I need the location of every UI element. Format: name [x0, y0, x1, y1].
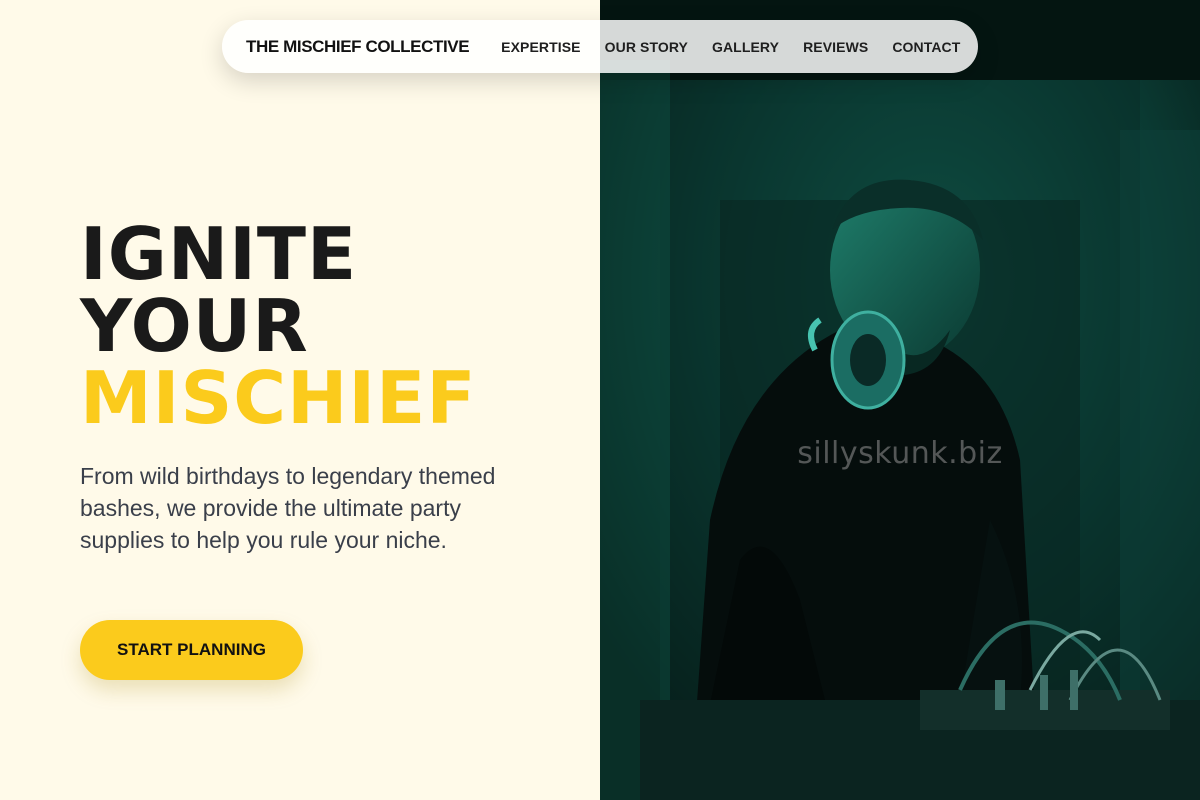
- headline-line-2: YOUR: [80, 284, 309, 368]
- nav-link-our-story[interactable]: OUR STORY: [605, 39, 688, 55]
- nav-link-expertise[interactable]: EXPERTISE: [501, 39, 580, 55]
- headline-line-1: IGNITE: [80, 212, 358, 296]
- headline-line-3-accent: MISCHIEF: [80, 356, 477, 440]
- hero-headline: IGNITE YOUR MISCHIEF: [80, 218, 477, 434]
- hero-subtitle: From wild birthdays to legendary themed …: [80, 463, 496, 553]
- hero-image: [600, 0, 1200, 800]
- nav-link-reviews[interactable]: REVIEWS: [803, 39, 868, 55]
- start-planning-button[interactable]: START PLANNING: [80, 620, 303, 680]
- nav-links: EXPERTISE OUR STORY GALLERY REVIEWS CONT…: [501, 39, 960, 55]
- watermark-text: sillyskunk.biz: [797, 436, 1003, 471]
- nav-link-contact[interactable]: CONTACT: [892, 39, 960, 55]
- brand-logo-text[interactable]: THE MISCHIEF COLLECTIVE: [246, 37, 470, 57]
- top-navigation: THE MISCHIEF COLLECTIVE EXPERTISE OUR ST…: [222, 20, 978, 73]
- nav-link-gallery[interactable]: GALLERY: [712, 39, 779, 55]
